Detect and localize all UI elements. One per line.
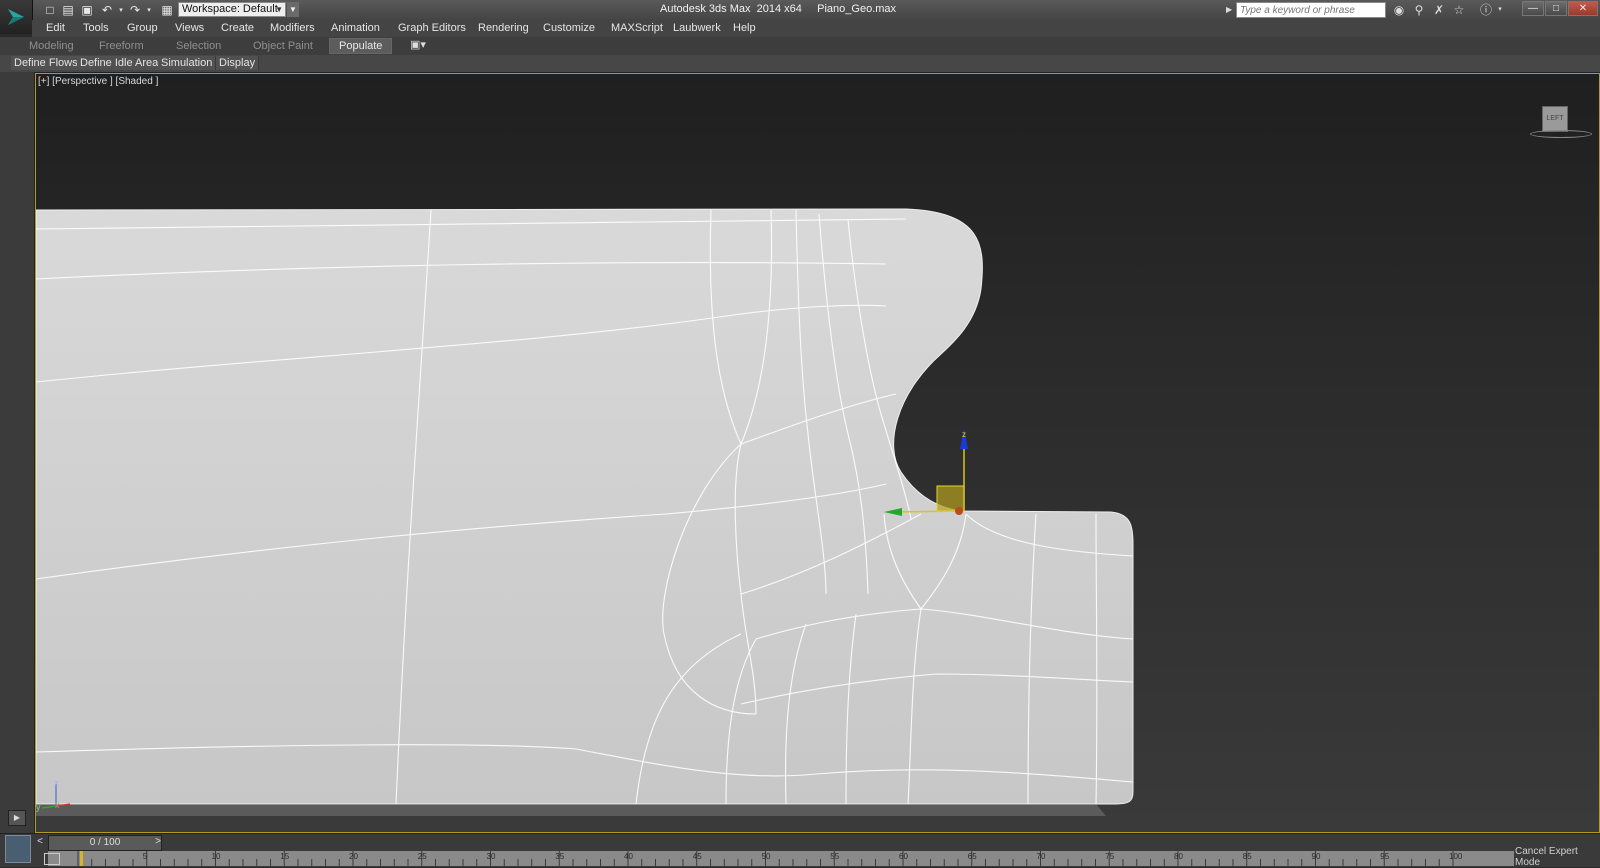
star-icon[interactable]: ☆ <box>1451 2 1467 18</box>
gizmo-z-label: z <box>962 430 966 439</box>
key-icon[interactable]: ⚲ <box>1411 2 1427 18</box>
application-button[interactable] <box>0 0 33 34</box>
menu-maxscript[interactable]: MAXScript <box>611 21 663 36</box>
search-input[interactable] <box>1236 2 1386 18</box>
maxscript-mini-listener[interactable] <box>5 835 31 863</box>
menu-customize[interactable]: Customize <box>543 21 595 36</box>
axis-y-label: y <box>36 802 41 812</box>
viewcube[interactable]: LEFT <box>1542 106 1568 132</box>
tab-freeform[interactable]: Freeform <box>99 39 144 53</box>
tools-icon[interactable]: ✗ <box>1431 2 1447 18</box>
tab-populate[interactable]: Populate <box>329 38 393 54</box>
menu-help[interactable]: Help <box>733 21 756 36</box>
axis-z-label: z <box>54 778 59 788</box>
previous-frame-icon[interactable]: < <box>34 835 46 849</box>
menu-graph-editors[interactable]: Graph Editors <box>398 21 466 36</box>
search-expand-icon[interactable]: ▶ <box>1226 2 1235 18</box>
menu-tools[interactable]: Tools <box>83 21 109 36</box>
tab-object-paint[interactable]: Object Paint <box>253 39 313 53</box>
track-bar[interactable] <box>48 851 1514 866</box>
tab-selection[interactable]: Selection <box>176 39 221 53</box>
redo-dropdown-icon[interactable]: ▾ <box>141 2 157 17</box>
ribbon-tab-bar <box>0 37 1600 56</box>
track-bar-ticks <box>77 851 1454 866</box>
define-flows-button[interactable]: Define Flows <box>11 56 82 70</box>
expand-panel-icon[interactable]: ▶ <box>8 810 26 826</box>
menu-bar <box>32 20 1600 38</box>
axis-x-label: x <box>55 800 60 810</box>
display-button[interactable]: Display <box>216 56 260 70</box>
perspective-viewport[interactable] <box>35 73 1600 833</box>
menu-rendering[interactable]: Rendering <box>478 21 529 36</box>
new-file-icon[interactable]: □ <box>42 2 58 17</box>
menu-group[interactable]: Group <box>127 21 158 36</box>
define-idle-areas-button[interactable]: Define Idle Areas <box>77 56 168 70</box>
maximize-button[interactable]: □ <box>1545 1 1567 16</box>
project-icon[interactable]: ▦ <box>159 2 175 17</box>
ribbon-options-icon[interactable]: ▣▾ <box>410 38 426 52</box>
time-slider[interactable]: 0 / 100 <box>48 835 162 851</box>
menu-modifiers[interactable]: Modifiers <box>270 21 315 36</box>
viewcube-compass-ring[interactable] <box>1530 130 1592 138</box>
save-icon[interactable]: ▣ <box>79 2 95 17</box>
binoculars-icon[interactable]: ◉ <box>1391 2 1407 18</box>
help-dropdown-icon[interactable]: ▾ <box>1492 2 1508 18</box>
left-toolbar-strip <box>0 72 35 834</box>
menu-animation[interactable]: Animation <box>331 21 380 36</box>
open-file-icon[interactable]: ▤ <box>60 2 76 17</box>
chevron-down-icon: ▼ <box>275 5 283 14</box>
menu-edit[interactable]: Edit <box>46 21 65 36</box>
workspace-dropdown-button[interactable]: ▼ <box>287 2 299 17</box>
cancel-expert-mode-button[interactable]: Cancel Expert Mode <box>1515 846 1600 868</box>
menu-views[interactable]: Views <box>175 21 204 36</box>
window-title: Autodesk 3ds Max 2014 x64 Piano_Geo.max <box>660 3 897 15</box>
menu-laubwerk[interactable]: Laubwerk <box>673 21 721 36</box>
3ds-max-logo-icon <box>8 9 24 25</box>
current-frame-marker[interactable] <box>80 851 83 866</box>
next-frame-icon[interactable]: > <box>152 835 164 849</box>
viewport-label[interactable]: [+] [Perspective ] [Shaded ] <box>38 76 158 87</box>
workspace-label: Workspace: Default <box>182 3 278 15</box>
tab-modeling[interactable]: Modeling <box>29 39 74 53</box>
menu-create[interactable]: Create <box>221 21 254 36</box>
mesh-geometry <box>36 208 1134 816</box>
key-mode-icon[interactable] <box>44 853 60 865</box>
simulation-button[interactable]: Simulation <box>158 56 217 70</box>
close-button[interactable]: ✕ <box>1568 1 1598 16</box>
minimize-button[interactable]: — <box>1522 1 1544 16</box>
workspace-selector[interactable]: Workspace: Default ▼ <box>178 2 286 17</box>
